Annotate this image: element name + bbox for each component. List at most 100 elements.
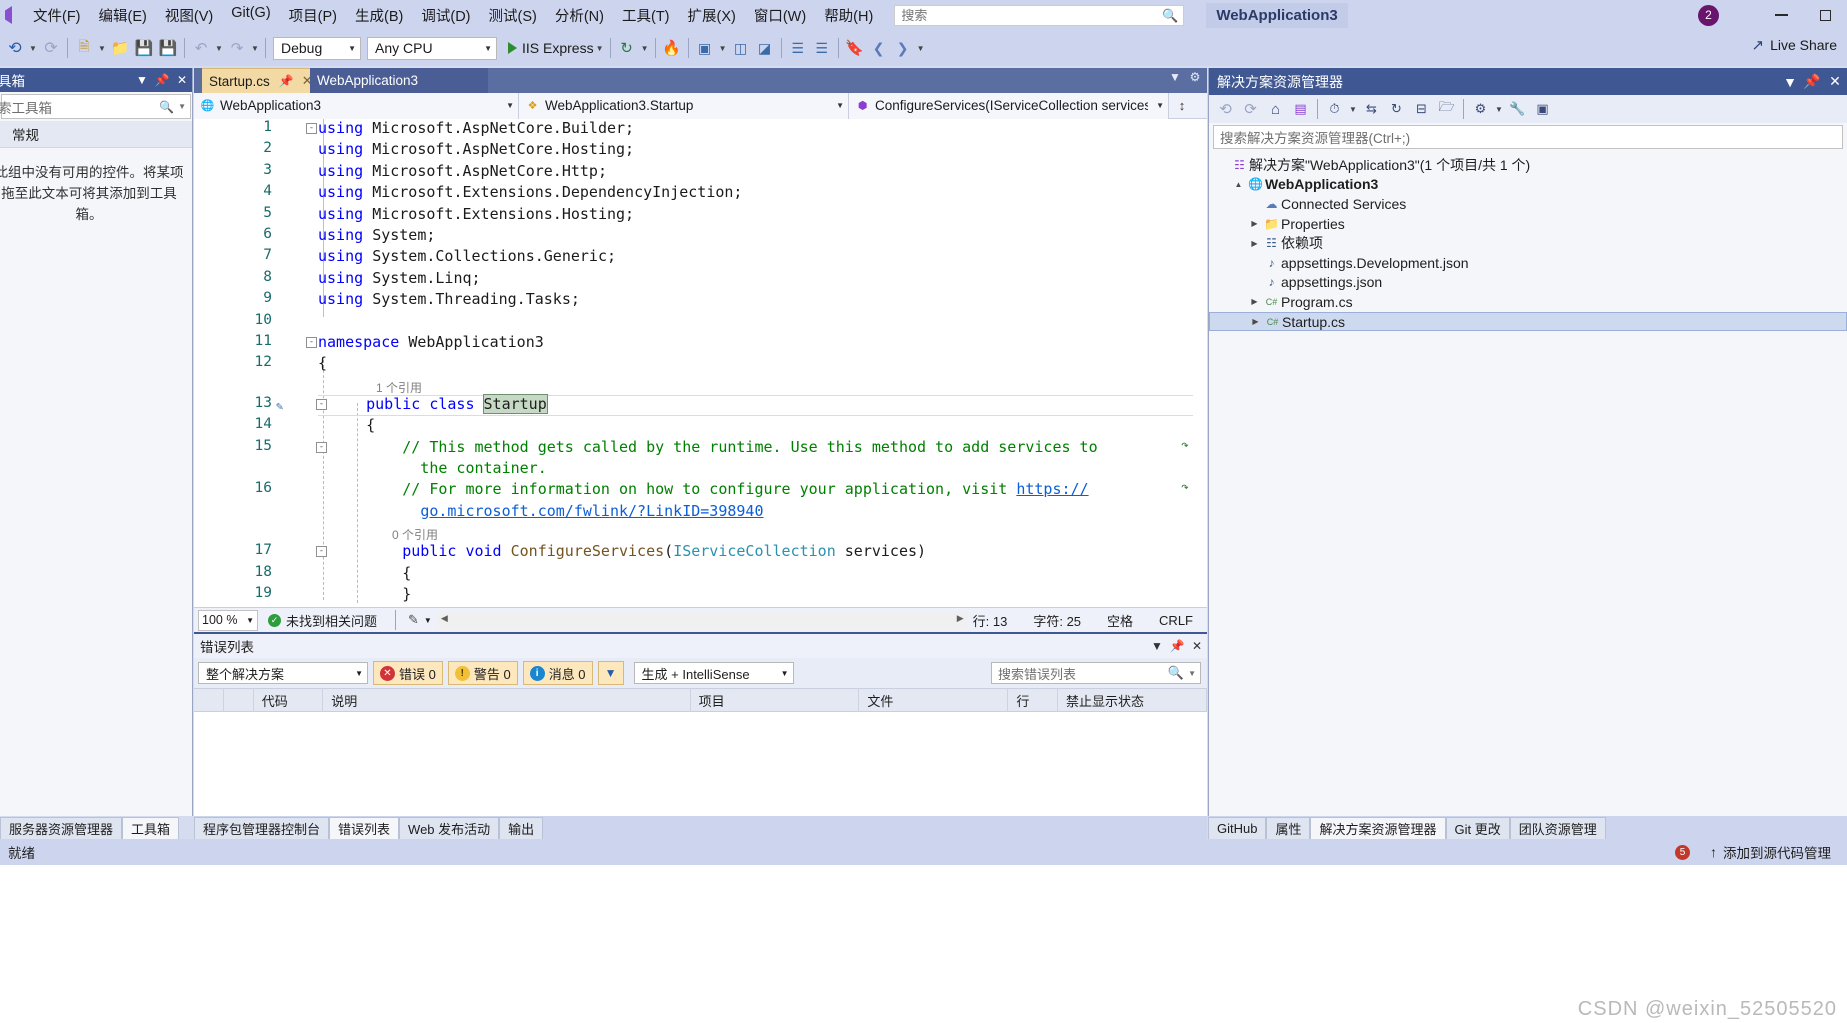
solution-tree-item[interactable]: ▶ 📁 Properties: [1209, 214, 1847, 234]
fold-toggle-icon[interactable]: -: [316, 441, 327, 453]
error-column-header[interactable]: 代码: [254, 688, 324, 712]
clear-filter-button[interactable]: ▼: [597, 661, 624, 685]
toolbox-search[interactable]: 索工具箱 🔍 ▼: [0, 94, 191, 119]
dock-tab[interactable]: Git 更改: [1445, 817, 1510, 839]
close-icon[interactable]: ✕: [172, 73, 192, 87]
code-line[interactable]: 12 {: [194, 354, 1207, 375]
solution-view-icon[interactable]: ▤: [1288, 97, 1313, 121]
dock-tab[interactable]: 输出: [499, 817, 544, 839]
sync-icon[interactable]: ⇆: [1359, 97, 1384, 121]
fold-toggle-icon[interactable]: -: [316, 398, 327, 410]
expander-icon[interactable]: ▶: [1247, 297, 1262, 306]
menu-item-10[interactable]: 扩展(X): [679, 1, 745, 30]
save-all-icon[interactable]: 💾: [156, 36, 180, 60]
solution-tree-item[interactable]: ▶ C# Program.cs: [1209, 292, 1847, 312]
refresh-icon[interactable]: ↻: [1384, 97, 1409, 121]
maximize-button[interactable]: [1803, 0, 1847, 30]
code-line[interactable]: 16 // For more information on how to con…: [194, 480, 1207, 501]
run-target-label[interactable]: IIS Express: [522, 40, 594, 56]
quick-actions-icon[interactable]: ✎: [276, 399, 283, 413]
expander-icon[interactable]: ▶: [1247, 219, 1262, 228]
code-line[interactable]: 8 using System.Linq;: [194, 269, 1207, 290]
platform-combo[interactable]: Any CPU ▼: [367, 36, 497, 60]
dock-tab[interactable]: 属性: [1266, 817, 1311, 839]
menu-item-11[interactable]: 窗口(W): [745, 1, 815, 30]
solution-tree-item[interactable]: ▶ ☷ 依赖项: [1209, 233, 1847, 253]
tab-webapplication3[interactable]: WebApplication3: [310, 68, 488, 93]
refresh-icon[interactable]: ↻: [615, 36, 639, 60]
code-line[interactable]: 13 ✎ - public class Startup: [194, 393, 1207, 417]
minimize-button[interactable]: [1759, 0, 1803, 30]
menu-item-6[interactable]: 调试(D): [412, 1, 479, 30]
filter-icon[interactable]: ⚙: [1468, 97, 1493, 121]
preview-selected-icon[interactable]: ▣: [1530, 97, 1555, 121]
uncomment-icon[interactable]: ☰: [810, 36, 834, 60]
toolbox-group-general[interactable]: 常规: [0, 121, 192, 148]
code-line[interactable]: 4 using Microsoft.Extensions.DependencyIn…: [194, 183, 1207, 204]
chevron-down-icon[interactable]: ▼: [1493, 105, 1505, 114]
close-icon[interactable]: ✕: [1823, 73, 1847, 90]
code-reference-hint[interactable]: 1 个引用: [376, 379, 422, 396]
pending-changes-icon[interactable]: ⏱: [1322, 97, 1347, 121]
error-column-header[interactable]: 禁止显示状态: [1058, 688, 1207, 712]
code-reference-hint[interactable]: 0 个引用: [392, 526, 438, 543]
menu-item-7[interactable]: 测试(S): [480, 1, 546, 30]
chevron-down-icon[interactable]: ▼: [178, 102, 186, 111]
error-column-header[interactable]: [224, 688, 254, 712]
build-filter-combo[interactable]: 生成 + IntelliSense ▼: [633, 662, 794, 684]
source-control-button[interactable]: ↑ 添加到源代码管理: [1710, 842, 1831, 862]
nav-member-dropdown[interactable]: ⬢ ConfigureServices(IServiceCollection s…: [849, 92, 1169, 119]
solution-tree-item[interactable]: ▶ C# Startup.cs: [1209, 311, 1847, 332]
bookmark-icon[interactable]: 🔖: [843, 36, 867, 60]
error-count-indicator[interactable]: 5: [1675, 844, 1694, 860]
dock-tab[interactable]: Web 发布活动: [399, 817, 500, 839]
expander-icon[interactable]: ▶: [1247, 239, 1262, 248]
error-column-header[interactable]: 说明: [323, 688, 691, 712]
code-editor[interactable]: 1- using Microsoft.AspNetCore.Builder; 2 us…: [194, 119, 1207, 607]
menu-item-4[interactable]: 项目(P): [280, 1, 346, 30]
dock-tab[interactable]: 团队资源管理: [1509, 817, 1606, 839]
properties-icon[interactable]: 🔧: [1505, 97, 1530, 121]
save-icon[interactable]: 💾: [132, 36, 156, 60]
ink-annotation-icon[interactable]: ✎: [408, 612, 419, 628]
solution-explorer-search[interactable]: 搜索解决方案资源管理器(Ctrl+;): [1213, 125, 1843, 149]
error-column-header[interactable]: [194, 688, 224, 712]
new-item-dropdown-icon[interactable]: ▼: [96, 44, 108, 53]
dock-tab[interactable]: 解决方案资源管理器: [1310, 817, 1446, 839]
comment-icon[interactable]: ☰: [786, 36, 810, 60]
collapse-all-icon[interactable]: ⊟: [1409, 97, 1434, 121]
code-line[interactable]: 7 using System.Collections.Generic;: [194, 247, 1207, 268]
solution-tree-item[interactable]: ▲ 🌐 WebApplication3: [1209, 175, 1847, 195]
expander-icon[interactable]: ▲: [1231, 180, 1246, 189]
toolbar-overflow-icon[interactable]: ▼: [915, 44, 927, 53]
start-debug-icon[interactable]: [508, 42, 517, 54]
code-line[interactable]: go.microsoft.com/fwlink/?LinkID=398940: [194, 502, 1207, 523]
preview-icon[interactable]: ▣: [693, 36, 717, 60]
menu-item-2[interactable]: 视图(V): [156, 1, 222, 30]
pin-icon[interactable]: 📌: [279, 74, 294, 88]
nav-project-dropdown[interactable]: 🌐 WebApplication3 ▼: [194, 92, 519, 119]
fold-toggle-icon[interactable]: -: [316, 546, 327, 558]
menu-item-8[interactable]: 分析(N): [546, 1, 613, 30]
open-file-icon[interactable]: 📁: [108, 36, 132, 60]
preview-dropdown-icon[interactable]: ▼: [717, 44, 729, 53]
scroll-left-icon[interactable]: ◀: [441, 613, 448, 624]
global-search[interactable]: 🔍: [894, 4, 1185, 26]
code-line[interactable]: 2 using Microsoft.AspNetCore.Hosting;: [194, 140, 1207, 161]
editor-horizontal-scrollbar[interactable]: ◀ ▶: [437, 611, 967, 629]
error-column-header[interactable]: 行: [1008, 688, 1059, 712]
search-input[interactable]: [894, 4, 1185, 26]
chevron-down-icon[interactable]: ▼: [424, 616, 432, 625]
menu-item-1[interactable]: 编辑(E): [90, 1, 156, 30]
gear-icon[interactable]: ⚙: [1185, 70, 1205, 84]
code-line[interactable]: 1 - using Microsoft.AspNetCore.Builder;: [194, 119, 1207, 140]
zoom-level-combo[interactable]: 100 % ▼: [198, 609, 258, 631]
home-icon[interactable]: ⌂: [1263, 97, 1288, 121]
prev-bookmark-icon[interactable]: ❮: [867, 36, 891, 60]
dock-tab[interactable]: 服务器资源管理器: [0, 817, 123, 839]
layout-icon[interactable]: ◪: [753, 36, 777, 60]
live-share-button[interactable]: ↗ Live Share: [1751, 36, 1837, 54]
chevron-down-icon[interactable]: ▼: [1779, 74, 1801, 90]
menu-item-0[interactable]: 文件(F): [24, 1, 90, 30]
menu-item-3[interactable]: Git(G): [222, 1, 279, 30]
